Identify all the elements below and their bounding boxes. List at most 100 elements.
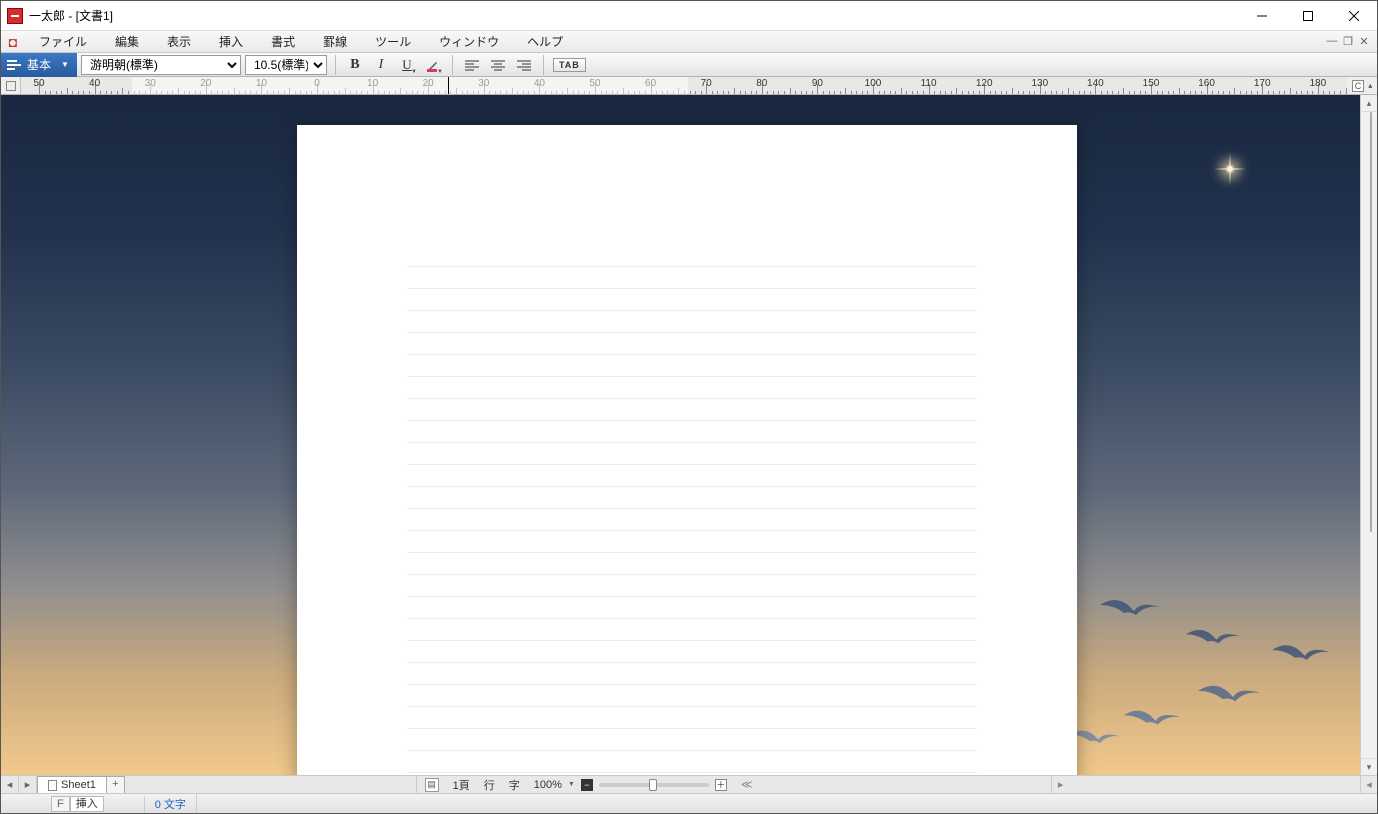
char-indicator[interactable]: 字 (509, 777, 520, 793)
bird-decoration (1186, 625, 1240, 651)
ruler-unit-badge[interactable]: C (1352, 80, 1365, 92)
menu-rule[interactable]: 罫線 (309, 31, 361, 53)
bird-decoration (1100, 595, 1160, 623)
font-color-button[interactable]: ▼ (422, 55, 444, 75)
bird-decoration (1124, 705, 1180, 733)
ruler-corner[interactable] (1, 77, 21, 94)
menu-view[interactable]: 表示 (153, 31, 205, 53)
document-icon (48, 780, 57, 791)
text-baseline (407, 421, 977, 443)
text-baseline (407, 465, 977, 487)
zoom-in-button[interactable]: ＋ (715, 779, 727, 791)
mdi-controls: — ❐ ✕ (1325, 35, 1377, 48)
divider (452, 55, 453, 75)
app-icon (7, 8, 23, 24)
zoom-slider-knob[interactable] (649, 779, 657, 791)
mdi-minimize-icon[interactable]: — (1325, 35, 1339, 48)
bird-decoration (1198, 680, 1260, 710)
horizontal-ruler[interactable]: 5040302010010203040506070809010011012013… (21, 77, 1347, 94)
document-viewport[interactable] (1, 95, 1360, 775)
titlebar: 一太郎 - [文書1] (1, 1, 1377, 31)
underline-button[interactable]: U▼ (396, 55, 418, 75)
scroll-up-icon[interactable]: ▴ (1361, 95, 1377, 112)
mode-selector[interactable]: 基本 ▼ (1, 53, 77, 77)
bird-decoration (1070, 725, 1120, 751)
divider (335, 55, 336, 75)
chevron-down-icon: ▼ (437, 69, 443, 75)
bird-decoration (1272, 640, 1330, 668)
row-indicator[interactable]: 行 (484, 777, 495, 793)
sheet-tab[interactable]: Sheet1 (37, 776, 107, 793)
text-baseline (407, 377, 977, 399)
menu-tools[interactable]: ツール (361, 31, 425, 53)
text-baseline (407, 663, 977, 685)
vertical-scrollbar[interactable]: ▴ ▾ (1360, 95, 1377, 775)
document-page[interactable] (297, 125, 1077, 775)
menu-format[interactable]: 書式 (257, 31, 309, 53)
minimize-button[interactable] (1239, 1, 1285, 31)
align-left-button[interactable] (461, 55, 483, 75)
text-baseline (407, 707, 977, 729)
tab-button[interactable]: TAB (552, 55, 587, 75)
ruler-page-area (132, 77, 688, 94)
text-baseline (407, 575, 977, 597)
status-mid: ▤ 1頁 行 字 100% ▼ − ＋ ≪ (416, 776, 761, 793)
zoom-out-button[interactable]: − (581, 779, 593, 791)
divider (543, 55, 544, 75)
menu-bar: ◘ ファイル 編集 表示 挿入 書式 罫線 ツール ウィンドウ ヘルプ — ❐ … (1, 31, 1377, 53)
text-baseline (407, 443, 977, 465)
workspace: ▴ ▾ (1, 95, 1377, 775)
hscroll-right-icon[interactable]: ▸ (1051, 776, 1069, 794)
app-menu-icon[interactable]: ◘ (5, 34, 21, 50)
text-baseline (407, 685, 977, 707)
window-controls (1239, 1, 1377, 31)
chevron-down-icon[interactable]: ▼ (568, 781, 575, 788)
tab-nav-next[interactable]: ▸ (19, 776, 37, 794)
zoom-value[interactable]: 100% (534, 779, 562, 791)
panel-toggle-icon[interactable]: ◂ (1360, 776, 1377, 794)
menu-insert[interactable]: 挿入 (205, 31, 257, 53)
font-size-select[interactable]: 10.5(標準) (245, 55, 327, 75)
menu-help[interactable]: ヘルプ (513, 31, 577, 53)
menu-edit[interactable]: 編集 (101, 31, 153, 53)
menu-window[interactable]: ウィンドウ (425, 31, 513, 53)
window-title: 一太郎 - [文書1] (29, 7, 113, 24)
toolbar: 基本 ▼ 游明朝(標準) 10.5(標準) B I U▼ ▼ TAB (1, 53, 1377, 77)
maximize-button[interactable] (1285, 1, 1331, 31)
chevron-up-icon[interactable]: ▴ (1368, 81, 1372, 90)
add-sheet-button[interactable]: + (107, 776, 125, 793)
mode-label: 基本 (27, 56, 51, 73)
collapse-left-icon[interactable]: ≪ (741, 778, 753, 791)
sheet-tab-label: Sheet1 (61, 777, 96, 794)
status-f-badge[interactable]: F (51, 796, 70, 812)
bold-button[interactable]: B (344, 55, 366, 75)
text-baseline (407, 729, 977, 751)
font-select[interactable]: 游明朝(標準) (81, 55, 241, 75)
mdi-restore-icon[interactable]: ❐ (1341, 35, 1355, 48)
text-baseline (407, 333, 977, 355)
text-baseline (407, 597, 977, 619)
tab-label: TAB (553, 58, 586, 72)
align-center-button[interactable] (487, 55, 509, 75)
tab-nav-prev[interactable]: ◂ (1, 776, 19, 794)
scroll-down-icon[interactable]: ▾ (1361, 758, 1377, 775)
ruler-cursor (448, 77, 449, 94)
insert-mode-badge[interactable]: 挿入 (70, 796, 104, 812)
text-baseline (407, 245, 977, 267)
text-baseline (407, 399, 977, 421)
text-baseline (407, 509, 977, 531)
zoom-slider[interactable] (599, 783, 709, 787)
mdi-close-icon[interactable]: ✕ (1357, 35, 1371, 48)
text-baseline (407, 751, 977, 773)
layout-icon[interactable]: ▤ (425, 778, 439, 792)
sheet-tabs-row: ◂ ▸ Sheet1 + ▤ 1頁 行 字 100% ▼ − ＋ ≪ ▸ ◂ (1, 775, 1377, 793)
italic-button[interactable]: I (370, 55, 392, 75)
align-right-button[interactable] (513, 55, 535, 75)
page-indicator[interactable]: 1頁 (453, 777, 470, 793)
scrollbar-thumb[interactable] (1370, 112, 1372, 532)
text-baseline (407, 487, 977, 509)
text-baseline (407, 311, 977, 333)
menu-file[interactable]: ファイル (25, 31, 101, 53)
text-baseline (407, 641, 977, 663)
close-button[interactable] (1331, 1, 1377, 31)
